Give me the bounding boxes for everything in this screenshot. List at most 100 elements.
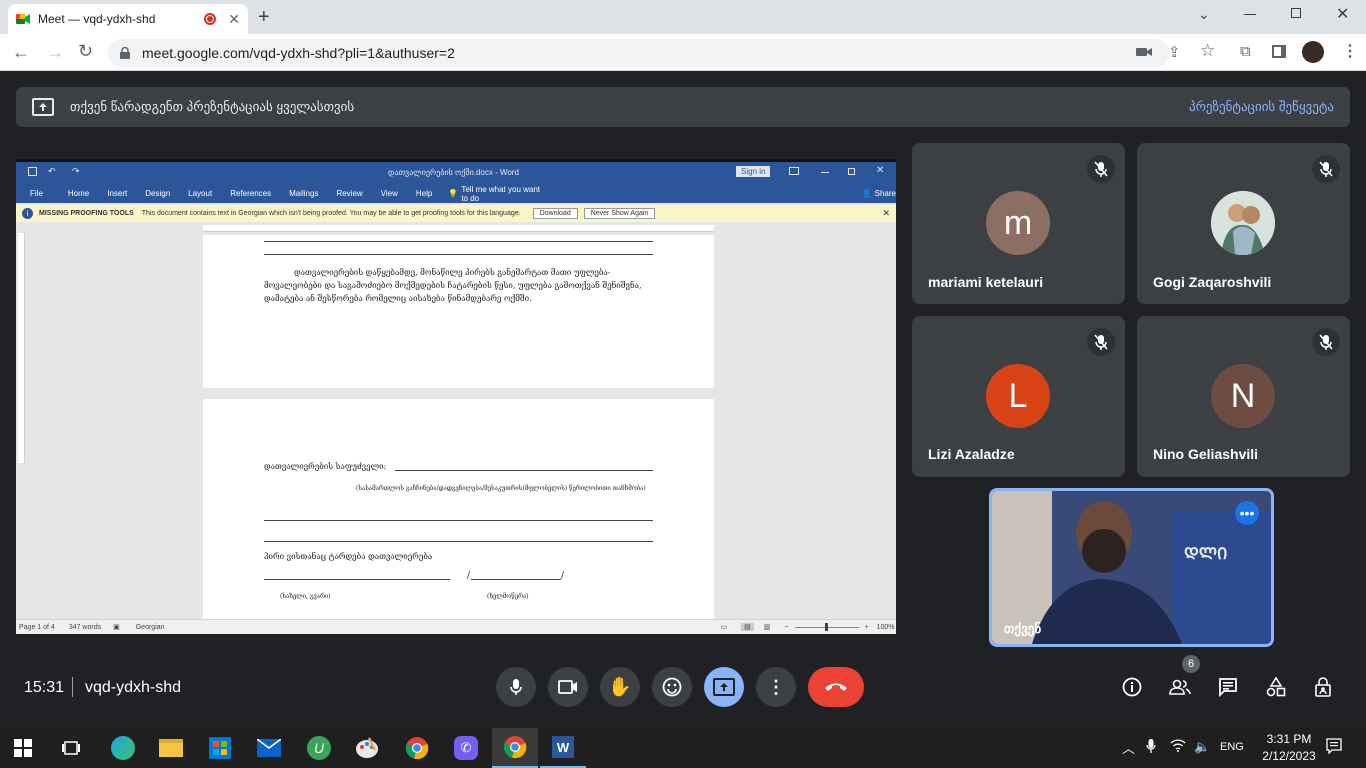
reload-icon[interactable]: ↻ bbox=[78, 41, 93, 62]
mail-app[interactable] bbox=[246, 728, 292, 768]
leave-call-button[interactable] bbox=[808, 667, 864, 707]
never-show-again-button[interactable]: Never Show Again bbox=[583, 208, 656, 219]
chrome-app[interactable] bbox=[394, 728, 440, 768]
edge-app[interactable] bbox=[100, 728, 146, 768]
close-message-icon[interactable]: ✕ bbox=[882, 208, 890, 219]
tell-me-search[interactable]: Tell me what you want to do bbox=[461, 185, 546, 203]
person-label: პირი ვისთანაც ტარდება დათვალიერება bbox=[264, 552, 433, 561]
self-more-options-button[interactable]: ••• bbox=[1235, 501, 1259, 525]
browser-tab[interactable]: Meet — vqd-ydxh-shd ✕ bbox=[8, 4, 248, 34]
undo-icon[interactable]: ↶ bbox=[48, 166, 56, 177]
chat-icon bbox=[1219, 678, 1237, 697]
raise-hand-button[interactable]: ✋ bbox=[600, 667, 640, 707]
side-panel-icon[interactable] bbox=[1272, 45, 1286, 58]
tab-search-chevron-icon[interactable]: ⌄ bbox=[1198, 6, 1210, 23]
word-app[interactable]: W bbox=[540, 728, 586, 768]
share-person-icon: 👤 bbox=[861, 189, 872, 198]
forward-icon[interactable]: → bbox=[46, 42, 64, 63]
reactions-button[interactable] bbox=[652, 667, 692, 707]
close-window-button[interactable]: ✕ bbox=[1336, 4, 1349, 24]
ribbon-tab-insert[interactable]: Insert bbox=[107, 189, 127, 198]
word-close-icon[interactable]: ✕ bbox=[876, 165, 884, 176]
print-layout-icon[interactable]: ▤ bbox=[741, 623, 754, 631]
store-app[interactable] bbox=[197, 728, 243, 768]
camera-permission-icon[interactable] bbox=[1136, 45, 1152, 59]
ribbon-tab-view[interactable]: View bbox=[381, 189, 398, 198]
participant-tile[interactable]: L Lizi Azaladze bbox=[912, 316, 1125, 477]
tab-close-icon[interactable]: ✕ bbox=[228, 11, 240, 28]
zoom-in-icon[interactable]: + bbox=[865, 624, 869, 631]
profile-avatar[interactable] bbox=[1302, 41, 1324, 63]
ribbon-tab-design[interactable]: Design bbox=[145, 189, 170, 198]
clock-time[interactable]: 3:31 PM bbox=[1262, 732, 1316, 746]
document-page-2[interactable]: დათვალიერების საფუძველი: (სასამართლოს გა… bbox=[203, 399, 714, 621]
task-view-button[interactable] bbox=[48, 728, 94, 768]
zoom-level[interactable]: 100% bbox=[877, 624, 895, 631]
horizontal-ruler[interactable] bbox=[203, 225, 714, 232]
store-icon bbox=[209, 737, 231, 759]
people-button[interactable]: 6 bbox=[1160, 655, 1200, 707]
show-hidden-icons[interactable]: ︿ bbox=[1122, 738, 1135, 757]
extensions-icon[interactable]: ⧉ bbox=[1240, 43, 1251, 60]
file-explorer-app[interactable] bbox=[148, 728, 194, 768]
present-now-button[interactable] bbox=[704, 667, 744, 707]
microphone-button[interactable] bbox=[496, 667, 536, 707]
ribbon-tab-help[interactable]: Help bbox=[416, 189, 432, 198]
download-button[interactable]: Download bbox=[532, 208, 578, 219]
new-tab-button[interactable]: + bbox=[258, 6, 270, 29]
more-options-button[interactable]: ⋮ bbox=[756, 667, 796, 707]
browser-toolbar: ← → ↻ meet.google.com/vqd-ydxh-shd?pli=1… bbox=[0, 34, 1366, 71]
restore-button[interactable] bbox=[1291, 8, 1301, 18]
zoom-out-icon[interactable]: − bbox=[784, 624, 788, 631]
participant-tile[interactable]: Gogi Zaqaroshvili bbox=[1137, 143, 1350, 304]
svg-text:ᲓᲚᲘ: ᲓᲚᲘ bbox=[1184, 544, 1227, 563]
redo-icon[interactable]: ↷ bbox=[72, 166, 80, 177]
participant-tile[interactable]: m mariami ketelauri bbox=[912, 143, 1125, 304]
word-ribbon-options-icon[interactable] bbox=[789, 167, 799, 175]
word-maximize-icon[interactable] bbox=[848, 168, 855, 175]
edge-icon bbox=[111, 736, 135, 760]
meeting-details-button[interactable] bbox=[1112, 667, 1152, 707]
ribbon-tab-review[interactable]: Review bbox=[336, 189, 362, 198]
sign-in-button[interactable]: Sign in bbox=[736, 166, 771, 177]
bookmark-star-icon[interactable]: ☆ bbox=[1200, 41, 1215, 61]
document-page-1[interactable]: დათვალიერების დაწყებამდე, მონაწილე პირებ… bbox=[203, 235, 714, 388]
viber-app[interactable]: ✆ bbox=[443, 728, 489, 768]
chrome-icon bbox=[503, 736, 527, 759]
host-controls-button[interactable] bbox=[1304, 667, 1344, 707]
minimize-button[interactable] bbox=[1244, 14, 1256, 15]
meet-area: თქვენ წარადგენთ პრეზენტაციას ყველასთვის … bbox=[0, 71, 1366, 728]
activities-button[interactable] bbox=[1256, 667, 1296, 707]
chat-button[interactable] bbox=[1208, 667, 1248, 707]
web-layout-icon[interactable]: ▥ bbox=[764, 623, 771, 631]
paint-app[interactable] bbox=[344, 728, 390, 768]
save-icon[interactable] bbox=[28, 167, 37, 176]
volume-icon[interactable]: 🔈 bbox=[1194, 739, 1210, 755]
microphone-tray-icon[interactable] bbox=[1146, 738, 1156, 754]
read-mode-icon[interactable]: ▭ bbox=[721, 623, 728, 631]
ribbon-tab-home[interactable]: Home bbox=[68, 189, 89, 198]
ribbon-tab-layout[interactable]: Layout bbox=[188, 189, 212, 198]
back-icon[interactable]: ← bbox=[12, 42, 30, 63]
clock-date[interactable]: 2/12/2023 bbox=[1256, 749, 1322, 763]
input-language[interactable]: ENG bbox=[1220, 741, 1244, 753]
ribbon-tab-file[interactable]: File bbox=[30, 189, 43, 198]
address-bar[interactable]: meet.google.com/vqd-ydxh-shd?pli=1&authu… bbox=[108, 39, 1170, 67]
vertical-ruler[interactable] bbox=[18, 233, 25, 463]
camera-button[interactable] bbox=[548, 667, 588, 707]
stop-presenting-button[interactable]: პრეზენტაციის შეწყვეტა bbox=[1189, 99, 1334, 115]
share-icon[interactable]: ⇪ bbox=[1168, 43, 1181, 61]
word-share-button[interactable]: Share bbox=[875, 189, 896, 198]
wifi-icon[interactable] bbox=[1170, 738, 1186, 752]
chrome-profile-app[interactable] bbox=[492, 728, 538, 768]
zoom-slider[interactable] bbox=[794, 622, 859, 631]
word-minimize-icon[interactable] bbox=[821, 172, 829, 173]
ribbon-tab-references[interactable]: References bbox=[230, 189, 271, 198]
u-app[interactable]: U bbox=[296, 728, 342, 768]
browser-menu-icon[interactable]: ⋮ bbox=[1342, 41, 1358, 61]
ribbon-tab-mailings[interactable]: Mailings bbox=[289, 189, 318, 198]
self-video-tile[interactable]: ᲓᲚᲘ ••• თქვენ bbox=[989, 488, 1274, 647]
notifications-icon[interactable] bbox=[1326, 738, 1342, 754]
participant-tile[interactable]: N Nino Geliashvili bbox=[1137, 316, 1350, 477]
start-button[interactable] bbox=[0, 728, 46, 768]
